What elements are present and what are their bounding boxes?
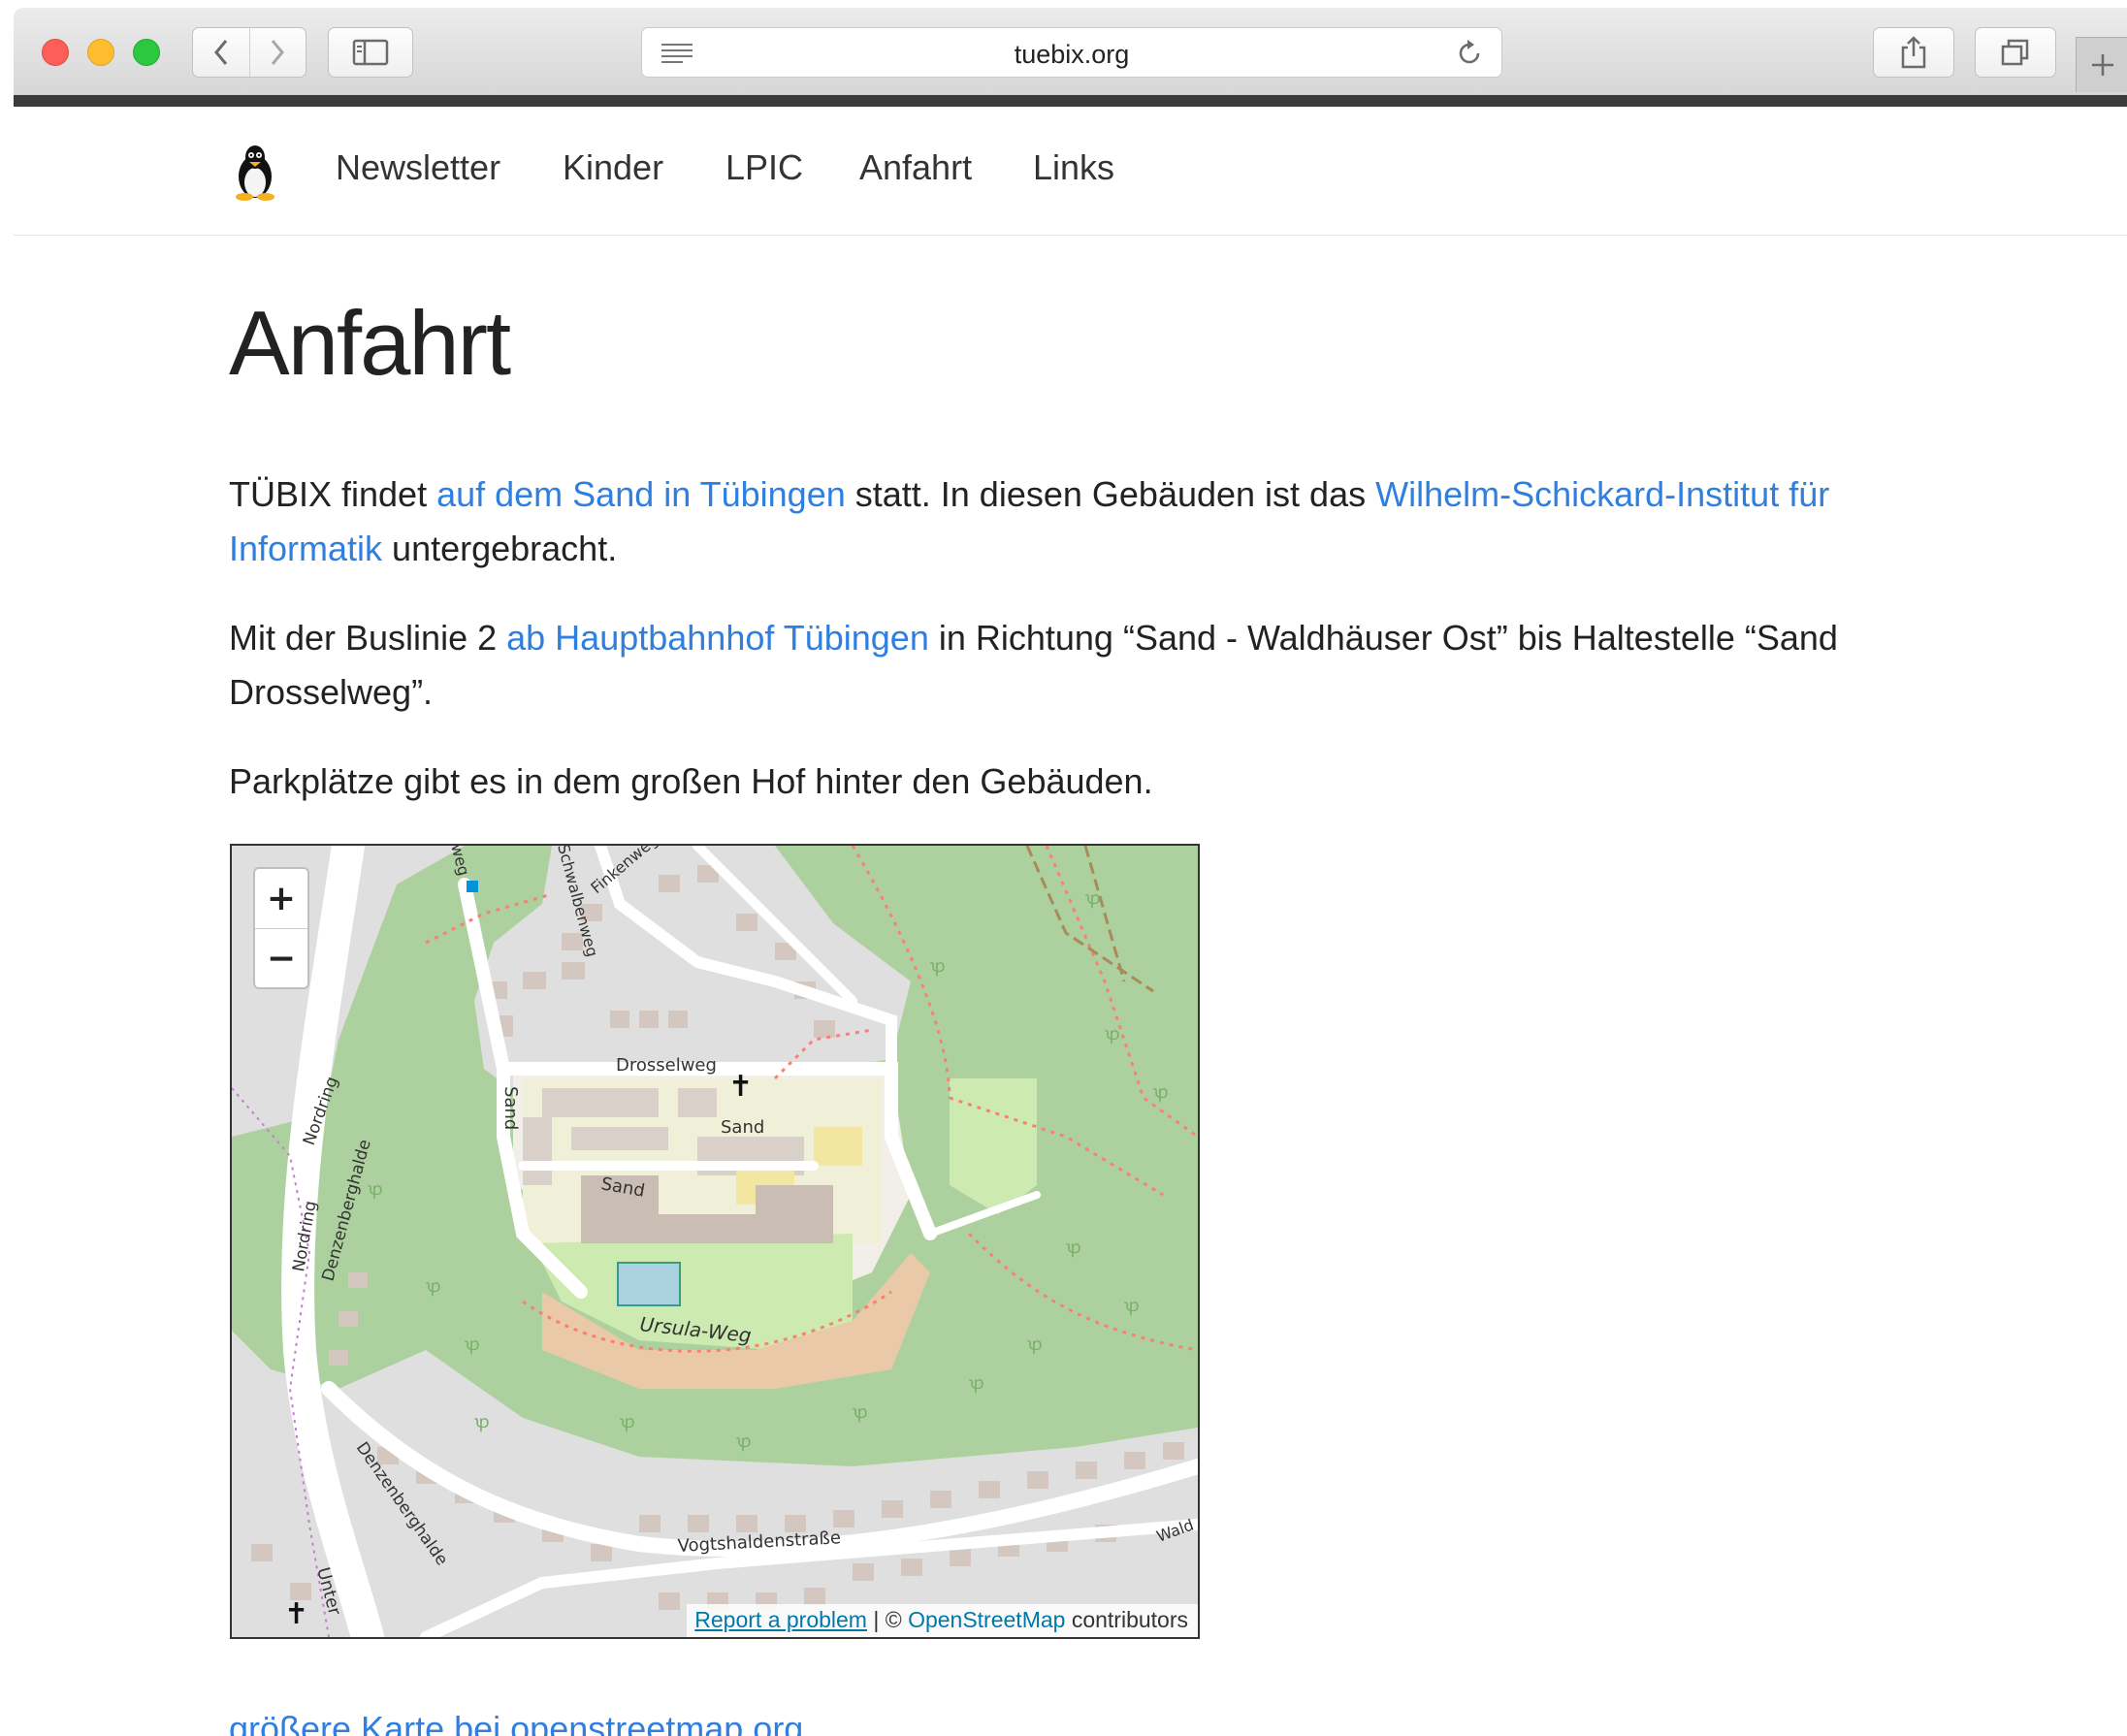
- svg-text:ꝕ: ꝕ: [1105, 1024, 1120, 1045]
- address-bar[interactable]: tuebix.org: [641, 27, 1502, 78]
- openstreetmap-link[interactable]: OpenStreetMap: [908, 1607, 1065, 1632]
- svg-text:ꝕ: ꝕ: [1027, 1334, 1043, 1355]
- nav-lpic[interactable]: LPIC: [725, 147, 803, 188]
- svg-text:ꝕ: ꝕ: [1085, 888, 1101, 909]
- chevron-right-icon: [272, 40, 285, 65]
- sidebar-icon: [352, 39, 389, 66]
- map-widget[interactable]: ꝕꝕꝕ ꝕꝕꝕ ꝕꝕꝕ ꝕꝕꝕ ꝕꝕꝕ ✝ ✝ Drosselweg Sand …: [230, 844, 1200, 1639]
- site-navbar: Newsletter Kinder LPIC Anfahrt Links: [14, 107, 2127, 236]
- svg-text:ꝕ: ꝕ: [1066, 1238, 1081, 1258]
- sand-link[interactable]: auf dem Sand in Tübingen: [436, 474, 846, 514]
- share-icon: [1901, 36, 1926, 69]
- minimize-window-button[interactable]: [87, 39, 114, 66]
- sidebar-button[interactable]: [328, 27, 413, 78]
- svg-text:ꝕ: ꝕ: [1153, 1082, 1169, 1103]
- forward-button[interactable]: [250, 28, 306, 77]
- web-page: Newsletter Kinder LPIC Anfahrt Links Anf…: [14, 107, 2127, 1736]
- svg-text:ꝕ: ꝕ: [1124, 1296, 1140, 1316]
- map-zoom-control: + −: [253, 867, 309, 989]
- history-nav-group: [192, 27, 306, 78]
- tux-logo-icon[interactable]: [228, 144, 282, 202]
- bus-text-1: Mit der Buslinie 2: [229, 618, 507, 658]
- hauptbahnhof-link[interactable]: ab Hauptbahnhof Tübingen: [506, 618, 929, 658]
- nav-newsletter[interactable]: Newsletter: [336, 147, 500, 188]
- svg-text:ꝕ: ꝕ: [474, 1412, 490, 1432]
- maximize-window-button[interactable]: [133, 39, 160, 66]
- svg-text:ꝕ: ꝕ: [426, 1276, 441, 1297]
- share-button[interactable]: [1873, 27, 1954, 78]
- back-button[interactable]: [193, 28, 250, 77]
- attribution-suffix: contributors: [1065, 1607, 1188, 1632]
- attribution-separator: | ©: [866, 1607, 909, 1632]
- svg-text:ꝕ: ꝕ: [620, 1412, 635, 1432]
- bus-paragraph: Mit der Buslinie 2 ab Hauptbahnhof Tübin…: [229, 611, 1975, 720]
- map-attribution: Report a problem | © OpenStreetMap contr…: [687, 1604, 1198, 1637]
- zoom-out-button[interactable]: −: [255, 929, 307, 988]
- toolbar-divider: [14, 95, 2127, 107]
- close-window-button[interactable]: [42, 39, 69, 66]
- intro-paragraph: TÜBIX findet auf dem Sand in Tübingen st…: [229, 467, 1975, 576]
- map-label-sand-1: Sand: [721, 1117, 764, 1138]
- nav-anfahrt[interactable]: Anfahrt: [859, 147, 972, 188]
- svg-text:ꝕ: ꝕ: [465, 1334, 480, 1355]
- page-title: Anfahrt: [229, 292, 511, 394]
- report-problem-link[interactable]: Report a problem: [694, 1607, 867, 1632]
- map-label-drosselweg: Drosselweg: [616, 1055, 717, 1076]
- tabs-overview-button[interactable]: [1975, 27, 2056, 78]
- zoom-in-button[interactable]: +: [255, 869, 307, 929]
- svg-text:ꝕ: ꝕ: [736, 1431, 752, 1452]
- svg-text:ꝕ: ꝕ: [853, 1402, 868, 1423]
- parking-paragraph: Parkplätze gibt es in dem großen Hof hin…: [229, 761, 1153, 801]
- nav-kinder[interactable]: Kinder: [563, 147, 663, 188]
- plus-icon: [2091, 54, 2113, 76]
- larger-map-link[interactable]: größere Karte bei openstreetmap.org: [229, 1709, 803, 1736]
- new-tab-button[interactable]: [2076, 37, 2127, 92]
- url-text: tuebix.org: [1014, 40, 1130, 69]
- map-label-sand-3: Sand: [500, 1086, 521, 1130]
- svg-text:✝: ✝: [728, 1070, 753, 1104]
- map-tiles[interactable]: ꝕꝕꝕ ꝕꝕꝕ ꝕꝕꝕ ꝕꝕꝕ ꝕꝕꝕ ✝ ✝ Drosselweg Sand …: [232, 846, 1198, 1637]
- intro-text-1: TÜBIX findet: [229, 474, 437, 514]
- intro-text-3: untergebracht.: [382, 529, 618, 568]
- svg-text:ꝕ: ꝕ: [969, 1373, 984, 1394]
- browser-window: tuebix.org Newsletter Kinder LPIC Anfahr…: [0, 0, 2127, 1736]
- tabs-icon: [2001, 39, 2029, 66]
- svg-text:ꝕ: ꝕ: [930, 956, 946, 977]
- svg-text:ꝕ: ꝕ: [368, 1179, 383, 1200]
- svg-text:✝: ✝: [284, 1597, 308, 1631]
- nav-links[interactable]: Links: [1033, 147, 1114, 188]
- reload-icon[interactable]: [1455, 39, 1484, 68]
- chevron-left-icon: [213, 40, 227, 65]
- intro-text-2: statt. In diesen Gebäuden ist das: [845, 474, 1376, 514]
